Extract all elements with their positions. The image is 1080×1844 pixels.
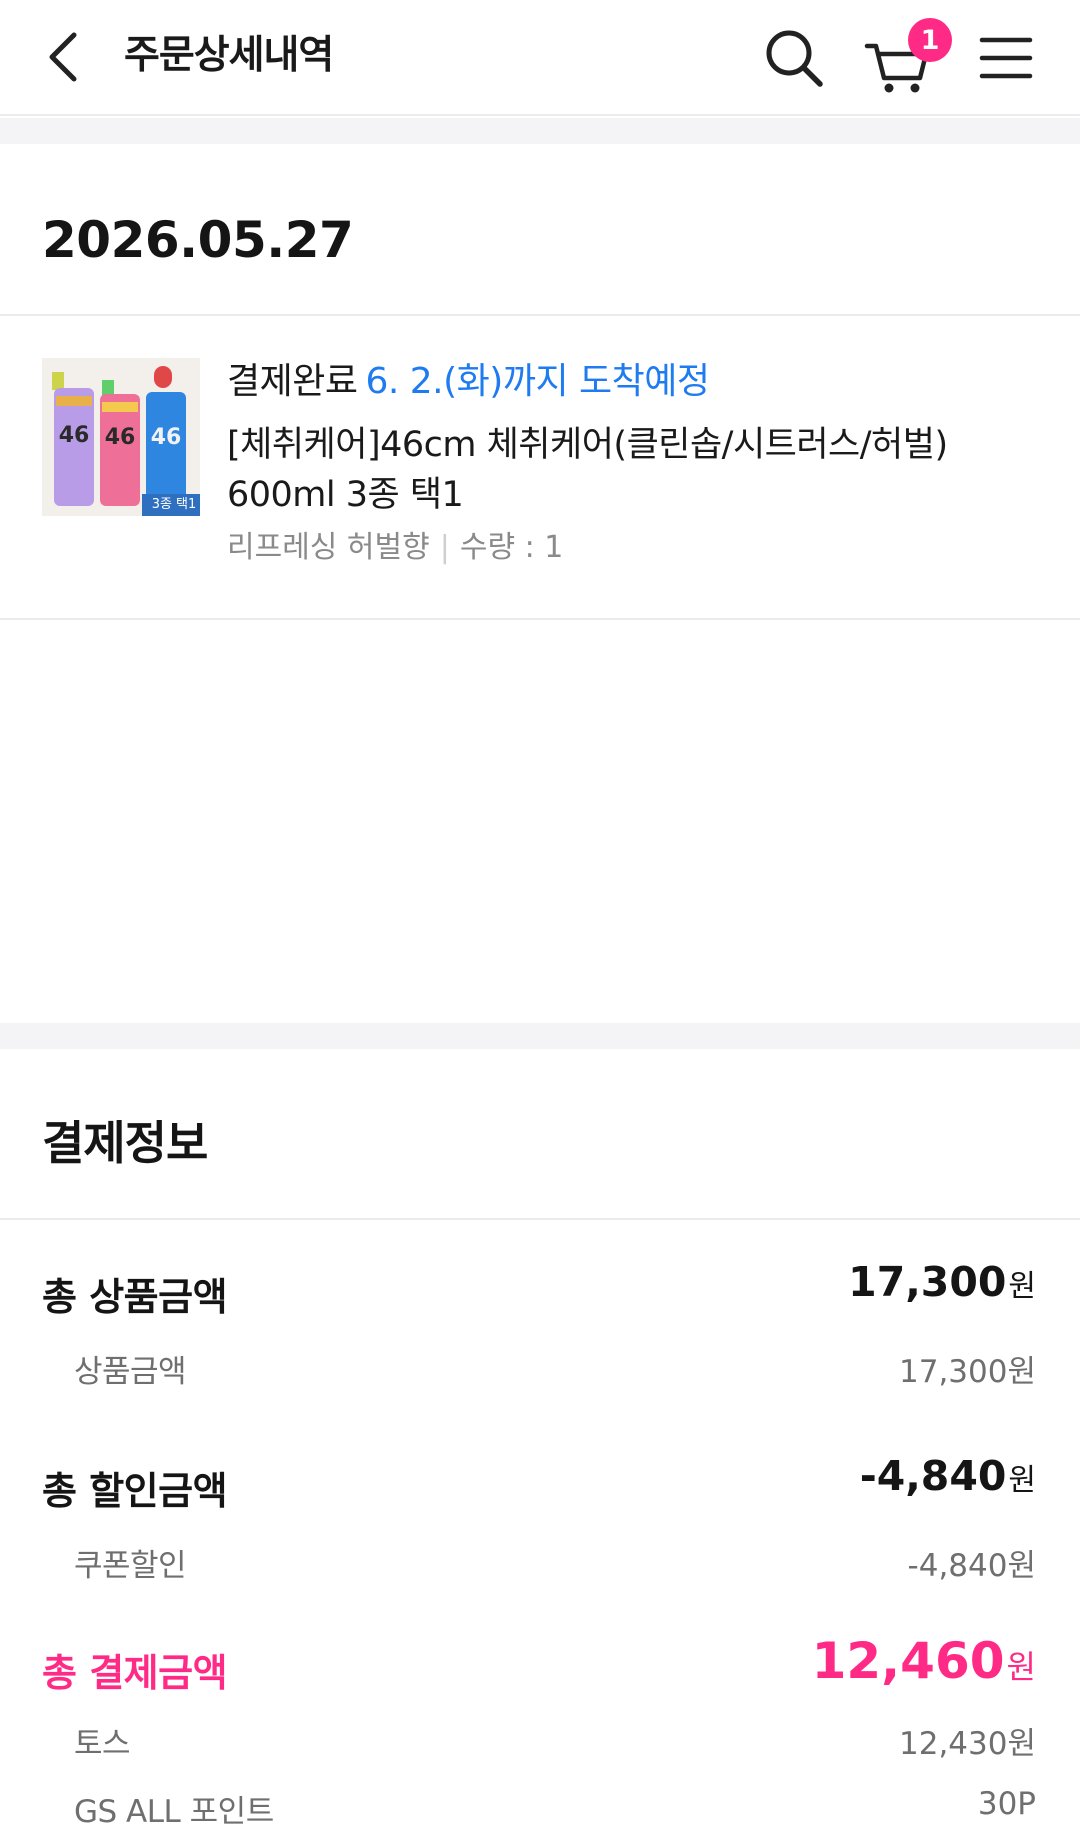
svg-text:46: 46: [59, 423, 90, 448]
cart-button[interactable]: 1: [864, 18, 954, 93]
product-name[interactable]: [체취케어]46cm 체취케어(클린솝/시트러스/허벌) 600ml 3종 택1: [227, 420, 1035, 520]
product-thumbnail[interactable]: 46 46 46 3종 택1: [42, 358, 200, 516]
top-app-bar: 주문상세내역 1: [0, 0, 1080, 116]
back-button[interactable]: [40, 26, 86, 88]
total-discount-row: 총 할인금액 -4,840원: [0, 1452, 1080, 1513]
total-discount-label: 총 할인금액: [42, 1469, 228, 1513]
divider: [0, 1218, 1080, 1220]
coupon-discount-label: 쿠폰할인: [74, 1548, 187, 1584]
hamburger-menu-icon: [979, 37, 1033, 79]
order-status: 결제완료: [227, 361, 358, 402]
total-product-row: 총 상품금액 17,300원: [0, 1258, 1080, 1319]
search-icon: [766, 30, 823, 87]
divider: [0, 618, 1080, 620]
total-product-amount: 17,300원: [848, 1258, 1036, 1306]
payment-info-title: 결제정보: [42, 1116, 208, 1170]
product-option-line: 리프레싱 허벌향 | 수량 : 1: [227, 528, 563, 568]
total-product-label: 총 상품금액: [42, 1275, 228, 1319]
product-amount-value: 17,300원: [899, 1354, 1036, 1390]
svg-text:46: 46: [151, 425, 182, 450]
total-payment-amount: 12,460원: [811, 1632, 1036, 1690]
section-gap: [0, 1023, 1080, 1049]
menu-button[interactable]: [976, 28, 1036, 88]
page-title: 주문상세내역: [124, 33, 334, 78]
toss-amount: 12,430원: [899, 1726, 1036, 1762]
gs-point-amount: 30P: [977, 1786, 1036, 1822]
coupon-discount-row: 쿠폰할인 -4,840원: [0, 1536, 1080, 1584]
delivery-eta: 6. 2.(화)까지 도착예정: [365, 361, 710, 402]
product-image: 46 46 46: [42, 358, 200, 516]
gs-point-row: GS ALL 포인트 30P: [0, 1782, 1080, 1830]
order-status-line: 결제완료 6. 2.(화)까지 도착예정: [227, 358, 710, 406]
gs-point-label: GS ALL 포인트: [74, 1794, 274, 1830]
total-payment-label: 총 결제금액: [42, 1651, 228, 1695]
coupon-discount-value: -4,840원: [907, 1548, 1036, 1584]
search-button[interactable]: [762, 26, 826, 90]
svg-text:46: 46: [105, 425, 136, 450]
total-payment-row: 총 결제금액 12,460원: [0, 1632, 1080, 1702]
toss-payment-row: 토스 12,430원: [0, 1714, 1080, 1762]
product-option: 리프레싱 허벌향: [227, 530, 430, 565]
total-discount-amount: -4,840원: [859, 1452, 1036, 1500]
option-separator: |: [439, 530, 450, 565]
order-date: 2026.05.27: [42, 211, 354, 269]
product-quantity: 수량 : 1: [459, 530, 564, 565]
toss-label: 토스: [74, 1726, 131, 1762]
divider: [0, 314, 1080, 316]
section-gap: [0, 118, 1080, 144]
cart-count-badge: 1: [908, 18, 952, 62]
product-amount-row: 상품금액 17,300원: [0, 1342, 1080, 1390]
thumbnail-label: 3종 택1: [151, 497, 197, 512]
chevron-left-icon: [49, 32, 77, 82]
product-amount-label: 상품금액: [74, 1354, 187, 1390]
